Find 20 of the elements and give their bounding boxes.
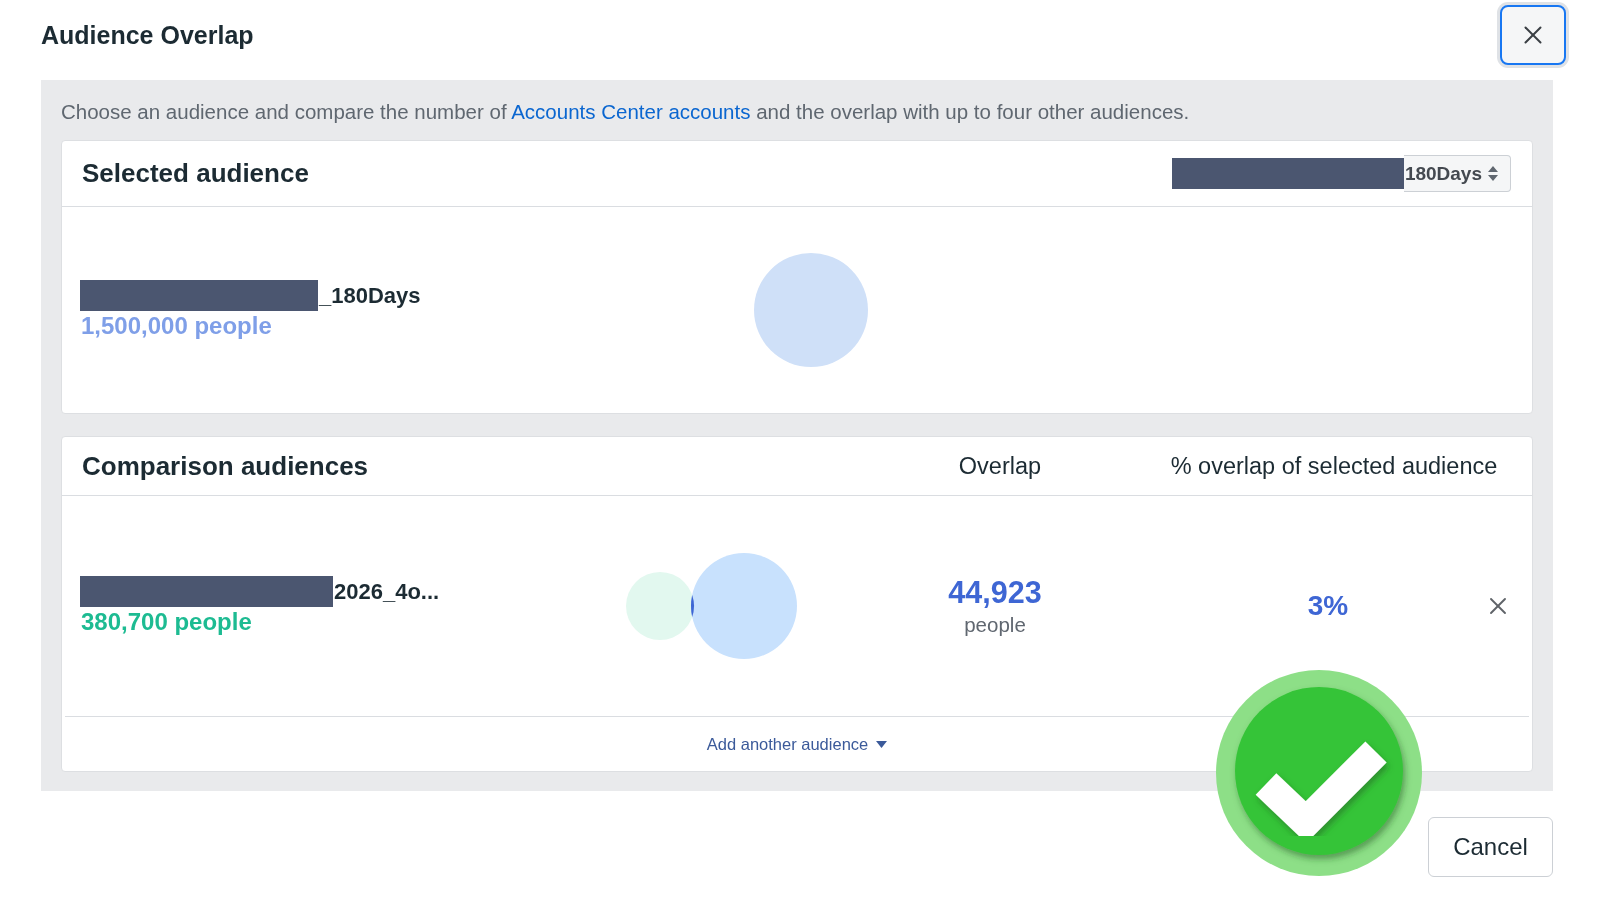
audience-dropdown[interactable]: 180Days [1403,155,1511,192]
section-title: Selected audience [82,158,309,189]
section-title: Comparison audiences [82,450,369,482]
column-header: % overlap of selected audience [1169,452,1499,480]
column-header: Overlap [957,452,1043,480]
sort-caret-icon [1488,166,1498,181]
audience-name: 2026_4o... [334,578,440,605]
close-button[interactable] [1500,5,1566,65]
add-audience-link[interactable]: Add another audience [706,732,888,756]
overlap-unit: people [964,613,1026,637]
dialog-title: Audience Overlap [41,20,254,50]
overlap-count: 44,923 [948,575,1042,610]
audience-size: 1,500,000 people [80,312,272,340]
audience-size: 380,700 people [80,608,252,636]
accounts-center-link[interactable]: Accounts Center accounts [511,100,751,123]
cancel-button[interactable]: Cancel [1428,817,1553,877]
overlap-percent: 3% [1307,590,1349,622]
description-text: Choose an audience and compare the number of Accounts Center accounts and the overlap with up to four other audiences. [61,100,1191,124]
caret-down-icon [876,740,888,748]
audience-name: _180Days [319,282,421,309]
